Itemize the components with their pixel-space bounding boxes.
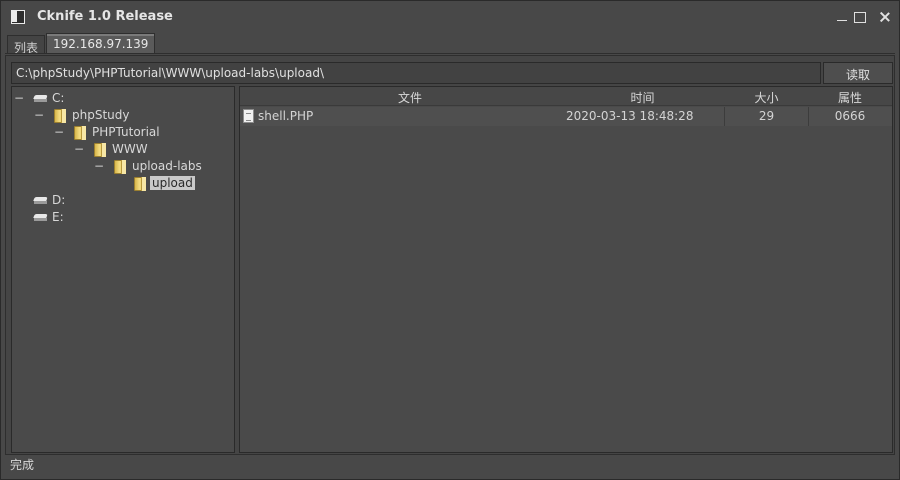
column-header-attr[interactable]: 属性	[808, 89, 892, 106]
column-header-size[interactable]: 大小	[725, 89, 808, 106]
tree-node-label: phpStudy	[72, 108, 130, 122]
tree-node-label-selected: upload	[150, 176, 195, 190]
maximize-icon[interactable]	[853, 10, 867, 24]
tree-node-label: upload-labs	[132, 159, 202, 173]
tree-node-label: E:	[52, 210, 64, 224]
folder-icon	[114, 160, 126, 174]
file-attr: 0666	[834, 109, 866, 123]
folder-icon	[74, 126, 86, 140]
column-header-file[interactable]: 文件	[240, 89, 580, 106]
tree-node-label: C:	[52, 91, 65, 105]
collapse-toggle[interactable]: −	[74, 142, 84, 156]
tab-divider	[5, 53, 895, 54]
drive-icon	[34, 214, 48, 221]
table-row[interactable]: shell.PHP 2020-03-13 18:48:28 29 0666	[240, 107, 892, 126]
status-text: 完成	[10, 458, 35, 472]
title-bar[interactable]: Cknife 1.0 Release	[1, 1, 899, 33]
tree-node-label: WWW	[112, 142, 148, 156]
file-icon	[243, 109, 254, 123]
file-name: shell.PHP	[258, 109, 314, 123]
collapse-toggle[interactable]: −	[94, 159, 104, 173]
table-header: 文件 时间 大小 属性	[240, 87, 892, 106]
collapse-toggle[interactable]: −	[34, 108, 44, 122]
drive-icon	[34, 197, 48, 204]
tree-node-label: D:	[52, 193, 66, 207]
tab-list[interactable]: 列表	[7, 35, 46, 55]
close-icon[interactable]	[878, 10, 892, 24]
main-window: Cknife 1.0 Release 列表 192.168.97.139 C:\…	[0, 0, 900, 480]
file-time: 2020-03-13 18:48:28	[566, 109, 694, 123]
path-input[interactable]: C:\phpStudy\PHPTutorial\WWW\upload-labs\…	[11, 62, 821, 84]
read-button[interactable]: 读取	[823, 62, 893, 84]
app-icon	[11, 10, 25, 24]
file-size: 29	[758, 109, 775, 123]
collapse-toggle[interactable]: −	[14, 91, 24, 105]
collapse-toggle[interactable]: −	[54, 125, 64, 139]
file-manager-panel: C:\phpStudy\PHPTutorial\WWW\upload-labs\…	[5, 55, 895, 455]
column-header-time[interactable]: 时间	[560, 89, 725, 106]
window-title: Cknife 1.0 Release	[37, 9, 173, 24]
directory-tree: − C: − phpStudy − PHPTutorial − WWW − up…	[11, 86, 235, 453]
folder-icon	[94, 143, 106, 157]
tree-node-label: PHPTutorial	[92, 125, 160, 139]
folder-icon	[134, 177, 146, 191]
drive-icon	[34, 95, 48, 102]
minimize-icon[interactable]	[835, 10, 849, 24]
tab-host[interactable]: 192.168.97.139	[46, 33, 156, 54]
folder-icon	[54, 109, 66, 123]
file-table: 文件 时间 大小 属性 shell.PHP 2020-03-13 18:48:2…	[239, 86, 893, 453]
